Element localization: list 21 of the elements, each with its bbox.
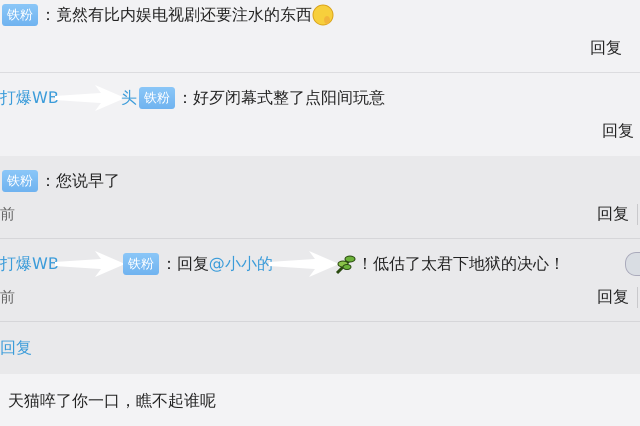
comment-text: ！低估了太君下地狱的决心！	[356, 254, 565, 274]
timestamp: 前	[0, 288, 15, 306]
comment-text: 天猫啐了你一口，瞧不起谁呢	[8, 390, 216, 412]
reply-button[interactable]: 回复	[597, 286, 638, 308]
fan-badge: 铁粉	[138, 87, 175, 109]
reply-link[interactable]: 回复	[0, 338, 32, 358]
leaf-icon	[334, 253, 357, 275]
username-link[interactable]: 头	[120, 88, 137, 108]
avatar-icon	[625, 252, 640, 276]
fan-badge: 铁粉	[122, 253, 159, 275]
comment-text: ：好歹闭幕式整了点阳间玩意	[176, 88, 385, 108]
fan-badge: 铁粉	[2, 4, 38, 26]
reply-button[interactable]: 回复	[602, 120, 634, 142]
emoji-icon	[312, 4, 334, 26]
comment-text: ：您说早了	[40, 170, 120, 192]
timestamp: 前	[0, 204, 15, 224]
reply-button[interactable]: 回复	[597, 204, 638, 224]
reply-button[interactable]: 回复	[590, 38, 622, 58]
comment-text: ：竟然有比内娱电视剧还要注水的东西	[40, 4, 312, 26]
comment-text: ：回复	[160, 254, 209, 274]
fan-badge: 铁粉	[2, 170, 38, 192]
